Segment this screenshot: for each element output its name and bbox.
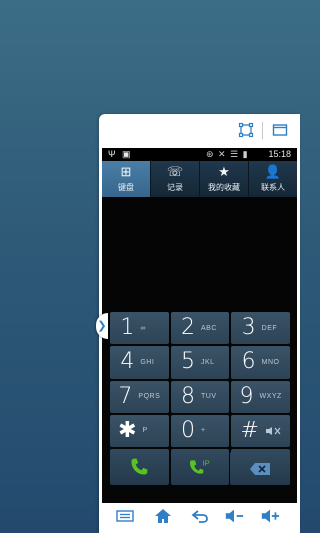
- tab-keypad[interactable]: ⊞ 键盘: [102, 161, 151, 197]
- key-letters: GHI: [140, 358, 155, 366]
- key-letters: MNO: [261, 358, 280, 366]
- phone-screen: Ψ ▣ ⊛ ✕ ☰ ▮ 15:18 ⊞ 键盘 ☏ 记录 ★ 我的收藏 👤 联系人: [102, 148, 297, 503]
- ip-call-button[interactable]: IP: [170, 449, 230, 485]
- chevron-right-icon: ❯: [97, 320, 107, 332]
- key-hash[interactable]: #: [231, 414, 290, 447]
- key-9[interactable]: 9 WXYZ: [231, 380, 290, 413]
- key-digit: 7: [118, 383, 133, 409]
- key-2[interactable]: 2 ABC: [170, 312, 230, 345]
- key-8[interactable]: 8 TUV: [170, 380, 230, 413]
- key-letters: ABC: [200, 324, 217, 332]
- contacts-icon: 👤: [264, 164, 282, 179]
- tab-label: 键盘: [118, 183, 134, 192]
- tab-label: 记录: [167, 183, 183, 192]
- key-digit: #: [240, 417, 259, 443]
- tab-label: 联系人: [261, 183, 285, 192]
- emulator-frame: Ψ ▣ ⊛ ✕ ☰ ▮ 15:18 ⊞ 键盘 ☏ 记录 ★ 我的收藏 👤 联系人: [99, 114, 300, 533]
- dialer-tabs: ⊞ 键盘 ☏ 记录 ★ 我的收藏 👤 联系人: [102, 161, 297, 197]
- key-0[interactable]: 0 +: [170, 414, 230, 447]
- key-letters: PQRS: [138, 393, 161, 401]
- key-digit: 9: [239, 383, 254, 409]
- key-digit: 4: [120, 349, 135, 375]
- menu-icon[interactable]: [115, 507, 135, 525]
- key-digit: 1: [120, 315, 135, 341]
- ip-label: IP: [202, 458, 209, 467]
- key-3[interactable]: 3 DEF: [231, 312, 290, 345]
- fullscreen-icon[interactable]: [238, 122, 254, 138]
- key-4[interactable]: 4 GHI: [110, 346, 169, 379]
- backspace-icon: [250, 462, 270, 475]
- phone-ip-icon: IP: [189, 458, 210, 474]
- key-digit: 0: [180, 417, 195, 443]
- key-digit: 2: [180, 315, 195, 341]
- call-button[interactable]: [110, 449, 169, 485]
- home-icon[interactable]: [153, 507, 173, 525]
- star-icon: ★: [218, 164, 230, 179]
- toolbar-divider: [262, 122, 263, 139]
- status-right-icons: ⊛ ✕ ☰ ▮: [206, 149, 249, 159]
- key-7[interactable]: 7 PQRS: [110, 380, 169, 413]
- key-digit: 3: [241, 315, 256, 341]
- backspace-button[interactable]: [230, 452, 290, 485]
- key-digit: ✱: [118, 417, 137, 443]
- key-letters: DEF: [261, 324, 278, 332]
- status-left-icons: Ψ ▣: [108, 149, 133, 159]
- key-letters: +: [200, 427, 206, 435]
- key-digit: 8: [180, 383, 195, 409]
- tab-contacts[interactable]: 👤 联系人: [249, 161, 297, 197]
- tab-call-log[interactable]: ☏ 记录: [151, 161, 200, 197]
- status-bar: Ψ ▣ ⊛ ✕ ☰ ▮ 15:18: [102, 148, 297, 161]
- key-letters: TUV: [200, 393, 217, 401]
- mute-icon: [265, 426, 281, 435]
- key-letters: JKL: [200, 358, 215, 366]
- key-letters: P: [142, 427, 148, 435]
- status-time: 15:18: [268, 149, 291, 159]
- key-digit: 5: [180, 349, 195, 375]
- tab-favorites[interactable]: ★ 我的收藏: [200, 161, 249, 197]
- voicemail-icon: ∞: [140, 324, 146, 332]
- key-digit: 6: [241, 349, 256, 375]
- tab-label: 我的收藏: [208, 183, 240, 192]
- side-panel-handle[interactable]: ❯: [96, 313, 108, 339]
- keypad-icon: ⊞: [120, 164, 132, 179]
- window-icon[interactable]: [272, 122, 288, 138]
- key-6[interactable]: 6 MNO: [231, 346, 290, 379]
- volume-down-icon[interactable]: [224, 507, 244, 525]
- call-log-icon: ☏: [166, 164, 184, 179]
- volume-up-icon[interactable]: [260, 507, 280, 525]
- back-icon[interactable]: [190, 507, 210, 525]
- frame-toolbar: [99, 114, 300, 146]
- key-star[interactable]: ✱ P: [110, 414, 169, 447]
- key-5[interactable]: 5 JKL: [170, 346, 230, 379]
- key-letters: WXYZ: [259, 393, 282, 401]
- emulator-bottom-bar: [99, 500, 300, 533]
- phone-icon: [131, 458, 148, 475]
- key-1[interactable]: 1 ∞: [110, 312, 169, 345]
